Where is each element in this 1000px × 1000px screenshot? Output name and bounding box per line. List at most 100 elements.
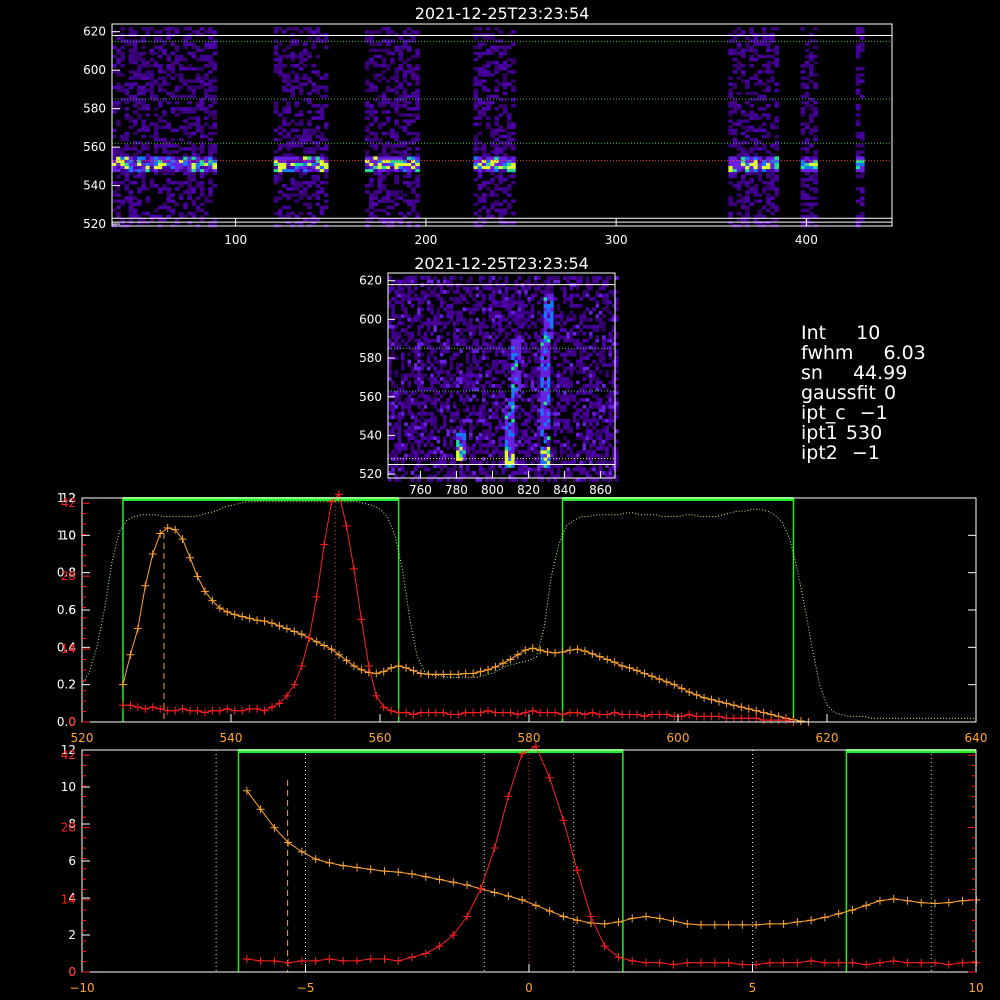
fit-value: 6.03: [883, 342, 926, 364]
red-profile-point: [469, 708, 478, 717]
red-profile-point: [558, 710, 567, 719]
red-profile-point: [628, 956, 637, 965]
orange-profile-point: [449, 878, 458, 887]
orange-profile-point: [588, 649, 597, 658]
red-profile-point: [595, 710, 604, 719]
orange-profile-point: [710, 920, 719, 929]
fit-info-row: fwhm 6.03: [801, 343, 926, 363]
orange-profile-point: [325, 858, 334, 867]
fit-label: fwhm: [801, 342, 854, 364]
red-profile-point: [424, 708, 433, 717]
x-tick-label: 780: [445, 483, 468, 497]
red-profile-point: [186, 706, 195, 715]
red-profile-point: [724, 958, 733, 967]
red-profile-point: [402, 708, 411, 717]
orange-profile-point: [352, 863, 361, 872]
orange-profile-point: [408, 869, 417, 878]
orange-y-tick-label: 10: [61, 528, 76, 542]
red-profile-point: [820, 958, 829, 967]
orange-profile-point: [126, 650, 135, 659]
orange-profile-point: [640, 669, 649, 678]
x-tick-label: 200: [414, 233, 437, 247]
orange-profile-point: [476, 667, 485, 676]
fit-label: Int: [801, 322, 827, 344]
orange-profile-point: [366, 865, 375, 874]
y-tick-label: 520: [83, 217, 106, 231]
red-profile-point: [647, 710, 656, 719]
red-profile-point: [380, 955, 389, 964]
red-profile-point: [565, 708, 574, 717]
orange-profile-point: [737, 703, 746, 712]
red-profile-point: [311, 956, 320, 965]
red-profile-point: [339, 956, 348, 965]
y-tick-label: 2: [68, 928, 76, 942]
orange-profile-point: [491, 662, 500, 671]
x-tick-label: 820: [517, 483, 540, 497]
orange-profile-point: [848, 906, 857, 915]
orange-profile-point: [267, 619, 276, 628]
orange-profile-point: [297, 847, 306, 856]
red-profile-point: [722, 714, 731, 723]
red-profile-point: [256, 956, 265, 965]
red-profile-point: [364, 662, 373, 670]
fit-value: 10: [856, 322, 881, 344]
red-profile-point: [238, 706, 247, 715]
fit-label: gaussfit: [801, 382, 876, 404]
orange-profile-point: [614, 918, 623, 927]
orange-profile-point: [357, 665, 366, 674]
orange-profile-point: [744, 704, 753, 713]
orange-profile-point: [402, 663, 411, 672]
orange-profile-point: [807, 916, 816, 925]
red-profile-point: [931, 958, 940, 967]
red-profile-point: [669, 960, 678, 969]
orange-profile-point: [320, 641, 329, 650]
red-profile-point: [683, 958, 692, 967]
transmission-curve: [81, 501, 976, 719]
orange-profile-point: [275, 621, 284, 630]
orange-profile-point: [551, 648, 560, 657]
red-profile-point: [253, 704, 262, 713]
orange-profile-point: [186, 553, 195, 562]
red-profile-point: [580, 710, 589, 719]
orange-profile-point: [394, 662, 403, 670]
red-profile-point: [408, 953, 417, 962]
orange-y-tick-label: 6: [68, 603, 76, 617]
orange-profile-point: [917, 898, 926, 907]
red-profile-point: [156, 704, 165, 713]
orange-profile-point: [647, 672, 656, 681]
orange-profile-point: [531, 901, 540, 910]
y-tick-label: 600: [83, 63, 106, 77]
red-profile-point: [685, 710, 694, 719]
red-y-tick-label: 14: [61, 893, 76, 907]
orange-profile-point: [633, 666, 642, 675]
red-profile-point: [215, 706, 224, 715]
orange-profile-point: [424, 670, 433, 679]
orange-profile-point: [662, 677, 671, 686]
orange-profile-point: [944, 898, 953, 907]
red-profile-point: [491, 708, 500, 717]
orange-profile-point: [545, 906, 554, 915]
y-tick-label: 560: [359, 390, 382, 404]
red-profile-point: [242, 955, 251, 964]
red-profile-point: [677, 712, 686, 721]
x-tick-label: 560: [369, 731, 392, 745]
red-profile-point: [573, 866, 582, 875]
red-profile-point: [779, 958, 788, 967]
red-profile-point: [431, 708, 440, 717]
red-profile-point: [834, 958, 843, 967]
y-tick-label: 600: [359, 312, 382, 326]
orange-profile-point: [416, 669, 425, 678]
red-profile-point: [641, 958, 650, 967]
red-profile-point: [372, 691, 381, 700]
fit-info-row: Int 10: [801, 323, 926, 343]
orange-profile-point: [342, 656, 351, 665]
y-tick-label: 10: [61, 780, 76, 794]
orange-profile-line: [246, 790, 977, 926]
orange-profile-point: [722, 699, 731, 708]
orange-profile-point: [506, 655, 515, 664]
red-profile-point: [889, 956, 898, 965]
red-profile-point: [325, 955, 334, 964]
red-profile-point: [752, 960, 761, 969]
red-profile-point: [714, 712, 723, 721]
orange-profile-point: [543, 648, 552, 656]
